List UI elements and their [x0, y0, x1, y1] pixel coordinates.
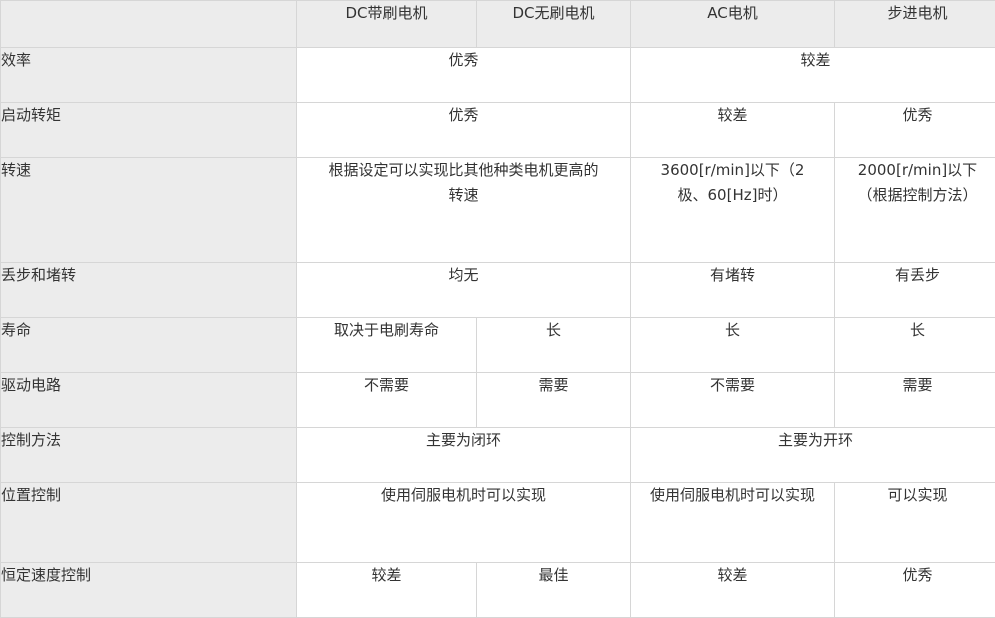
cell-dc-brushless: 需要 — [477, 373, 631, 428]
table-row: 驱动电路 不需要 需要 不需要 需要 — [1, 373, 995, 428]
cell-stepper: 2000[r/min]以下（根据控制方法） — [835, 158, 995, 263]
cell-acstep-group: 主要为开环 — [631, 428, 995, 483]
cell-dc-group: 主要为闭环 — [297, 428, 631, 483]
cell-stepper: 需要 — [835, 373, 995, 428]
cell-dc-group: 均无 — [297, 263, 631, 318]
cell-text: 使用伺服电机时可以实现 — [631, 483, 834, 508]
header-corner-cell — [1, 1, 297, 48]
table-row: 控制方法 主要为闭环 主要为开环 — [1, 428, 995, 483]
cell-stepper: 优秀 — [835, 103, 995, 158]
cell-dc-group: 根据设定可以实现比其他种类电机更高的转速 — [297, 158, 631, 263]
cell-ac: 不需要 — [631, 373, 835, 428]
motor-comparison-table: DC带刷电机 DC无刷电机 AC电机 步进电机 效率 优秀 较差 启动转矩 优秀… — [0, 0, 995, 618]
row-label: 丢步和堵转 — [1, 263, 297, 318]
cell-dc-brushed: 较差 — [297, 563, 477, 618]
cell-ac: 有堵转 — [631, 263, 835, 318]
cell-stepper: 优秀 — [835, 563, 995, 618]
table-row: 位置控制 使用伺服电机时可以实现 使用伺服电机时可以实现 可以实现 — [1, 483, 995, 563]
row-label: 控制方法 — [1, 428, 297, 483]
cell-text: 2000[r/min]以下（根据控制方法） — [835, 158, 995, 208]
cell-ac: 3600[r/min]以下（2极、60[Hz]时） — [631, 158, 835, 263]
row-label: 效率 — [1, 48, 297, 103]
row-label: 恒定速度控制 — [1, 563, 297, 618]
header-stepper: 步进电机 — [835, 1, 995, 48]
cell-stepper: 长 — [835, 318, 995, 373]
cell-dc-brushed: 取决于电刷寿命 — [297, 318, 477, 373]
header-ac: AC电机 — [631, 1, 835, 48]
cell-stepper: 可以实现 — [835, 483, 995, 563]
cell-dc-group: 优秀 — [297, 103, 631, 158]
cell-dc-group: 优秀 — [297, 48, 631, 103]
cell-text: 3600[r/min]以下（2极、60[Hz]时） — [631, 158, 834, 208]
table-row: 转速 根据设定可以实现比其他种类电机更高的转速 3600[r/min]以下（2极… — [1, 158, 995, 263]
table-row: 寿命 取决于电刷寿命 长 长 长 — [1, 318, 995, 373]
row-label: 驱动电路 — [1, 373, 297, 428]
table-header-row: DC带刷电机 DC无刷电机 AC电机 步进电机 — [1, 1, 995, 48]
table-row: 丢步和堵转 均无 有堵转 有丢步 — [1, 263, 995, 318]
cell-ac: 使用伺服电机时可以实现 — [631, 483, 835, 563]
cell-stepper: 有丢步 — [835, 263, 995, 318]
cell-ac: 长 — [631, 318, 835, 373]
row-label: 寿命 — [1, 318, 297, 373]
header-dc-brushed: DC带刷电机 — [297, 1, 477, 48]
cell-dc-brushed: 不需要 — [297, 373, 477, 428]
row-label: 位置控制 — [1, 483, 297, 563]
cell-ac: 较差 — [631, 563, 835, 618]
row-label: 转速 — [1, 158, 297, 263]
header-dc-brushless: DC无刷电机 — [477, 1, 631, 48]
row-label: 启动转矩 — [1, 103, 297, 158]
table-row: 效率 优秀 较差 — [1, 48, 995, 103]
cell-dc-brushless: 最佳 — [477, 563, 631, 618]
cell-acstep-group: 较差 — [631, 48, 995, 103]
table-row: 恒定速度控制 较差 最佳 较差 优秀 — [1, 563, 995, 618]
cell-text: 根据设定可以实现比其他种类电机更高的转速 — [297, 158, 630, 208]
cell-ac: 较差 — [631, 103, 835, 158]
table-row: 启动转矩 优秀 较差 优秀 — [1, 103, 995, 158]
cell-dc-brushless: 长 — [477, 318, 631, 373]
cell-dc-group: 使用伺服电机时可以实现 — [297, 483, 631, 563]
